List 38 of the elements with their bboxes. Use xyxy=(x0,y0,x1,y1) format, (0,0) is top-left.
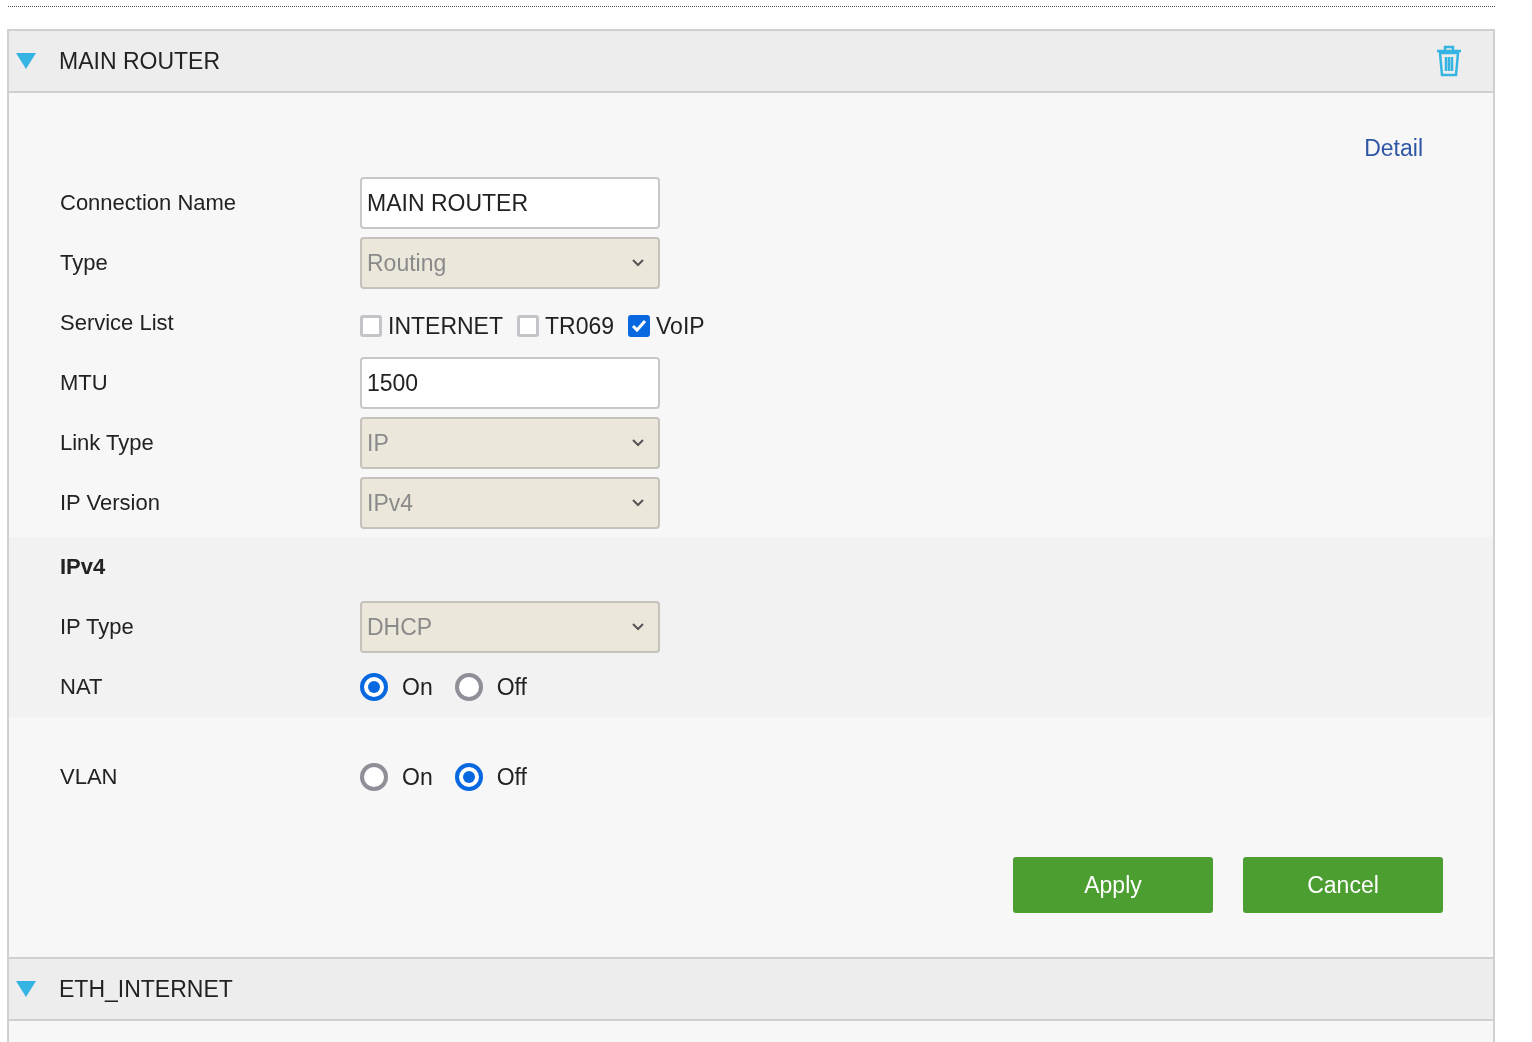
chevron-down-icon xyxy=(631,622,645,632)
checkbox[interactable] xyxy=(628,315,651,337)
radio-button[interactable] xyxy=(454,673,483,701)
radio-label[interactable]: On xyxy=(402,763,433,791)
checkbox[interactable] xyxy=(517,315,539,337)
chevron-down-icon xyxy=(631,498,645,508)
field-label: MTU xyxy=(59,370,109,396)
radio-button[interactable] xyxy=(360,763,388,791)
radio-label[interactable]: Off xyxy=(496,763,527,791)
triangle-icon[interactable] xyxy=(15,980,37,998)
field-label: VLAN xyxy=(59,764,119,790)
chevron-down-icon xyxy=(631,258,645,268)
section-title: ETH_INTERNET xyxy=(59,975,234,1003)
group-heading: IPv4 xyxy=(59,553,107,581)
checkbox[interactable] xyxy=(360,315,382,337)
field-label: Link Type xyxy=(59,430,155,456)
section-header[interactable]: MAIN ROUTER xyxy=(9,29,1493,93)
radio-label[interactable]: Off xyxy=(496,673,527,701)
radio-button[interactable] xyxy=(454,763,483,791)
text-input[interactable]: 1500 xyxy=(360,357,660,409)
checkbox-label[interactable]: INTERNET xyxy=(388,312,503,340)
field-label: IP Type xyxy=(59,614,135,640)
section-header[interactable]: ETH_INTERNET xyxy=(9,957,1493,1021)
detail-link[interactable]: Detail xyxy=(1364,134,1423,162)
radio-label[interactable]: On xyxy=(402,673,433,701)
chevron-down-icon xyxy=(631,438,645,448)
checkbox-label[interactable]: TR069 xyxy=(545,312,615,340)
checkbox-label[interactable]: VoIP xyxy=(656,312,705,340)
text-input[interactable]: MAIN ROUTER xyxy=(360,177,660,229)
radio-button[interactable] xyxy=(360,673,388,701)
trash-icon[interactable] xyxy=(1435,45,1463,77)
field-label: Type xyxy=(59,250,109,276)
section-title: MAIN ROUTER xyxy=(59,47,221,75)
triangle-icon[interactable] xyxy=(15,52,37,70)
field-label: IP Version xyxy=(59,490,161,516)
field-label: Service List xyxy=(59,310,175,336)
field-label: Connection Name xyxy=(59,190,238,216)
field-label: NAT xyxy=(59,674,104,700)
